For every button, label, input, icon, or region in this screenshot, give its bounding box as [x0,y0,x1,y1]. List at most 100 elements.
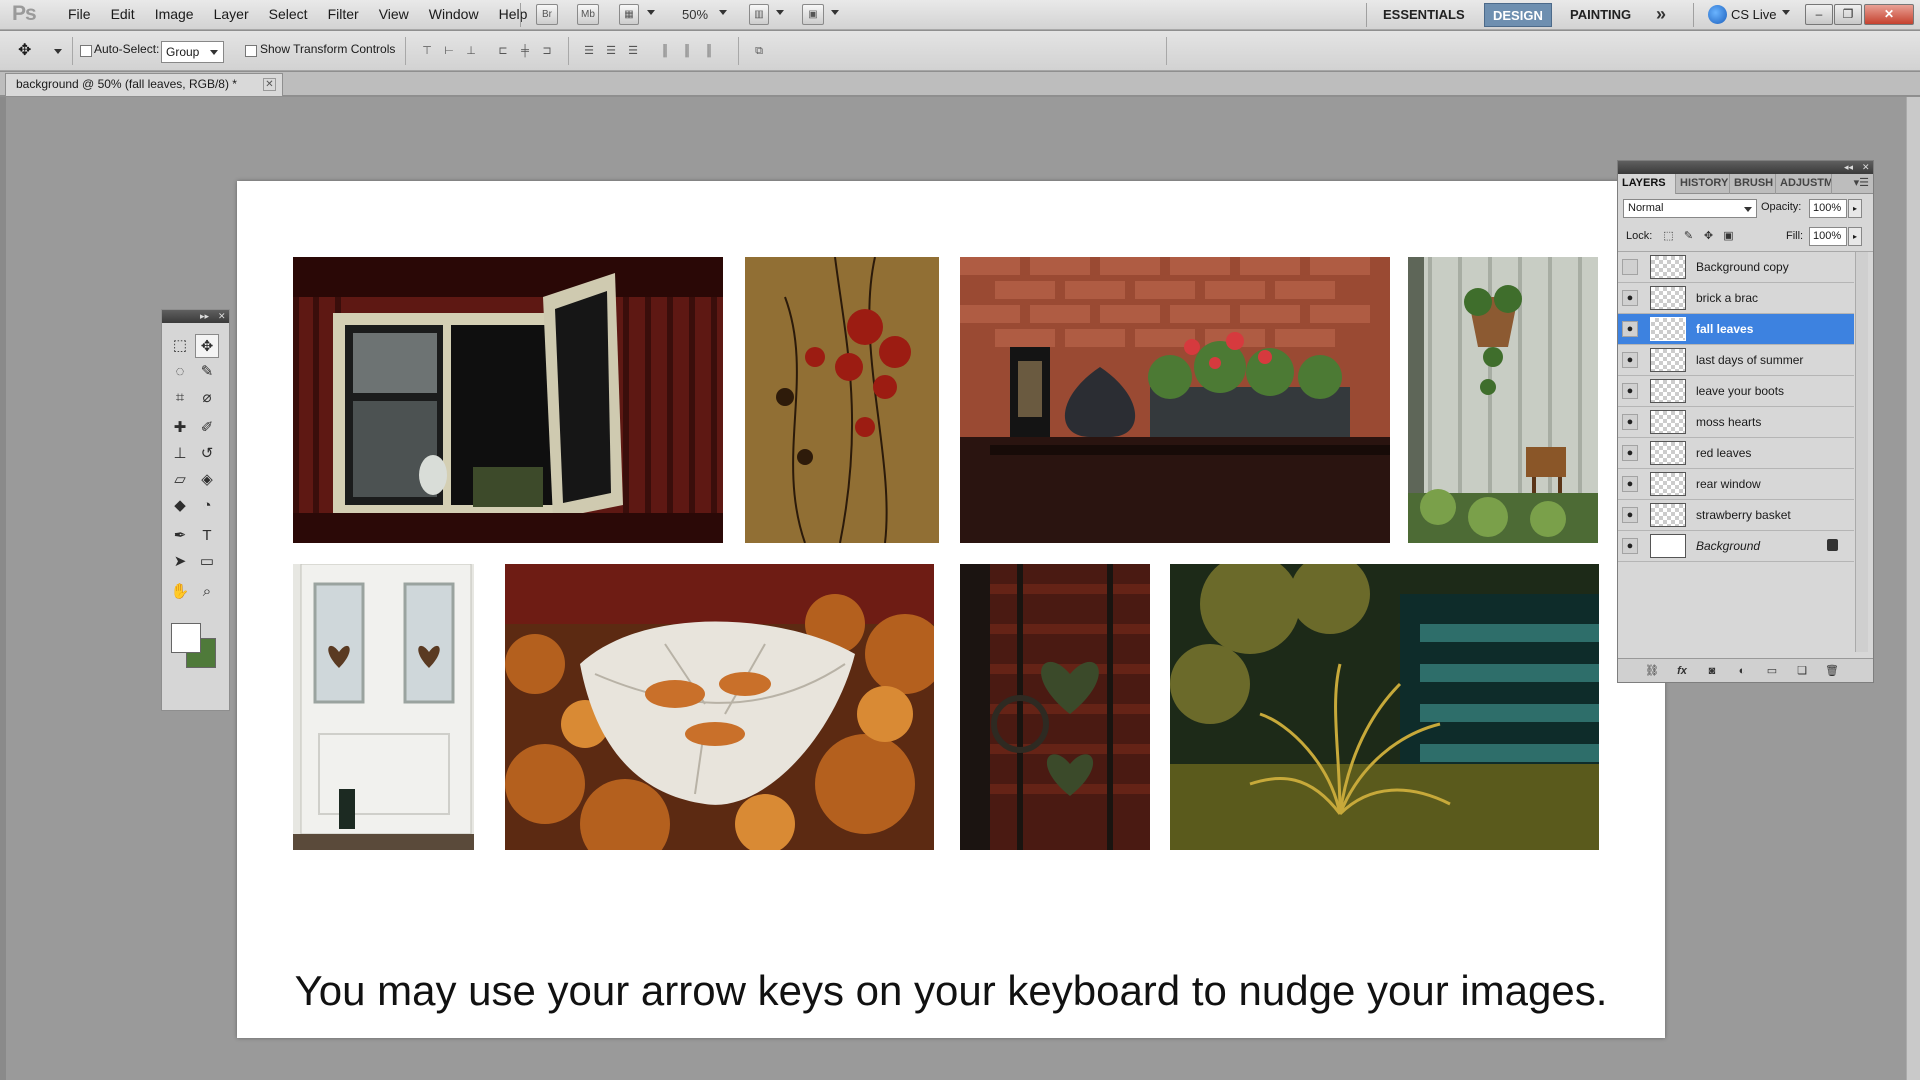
move-tool-icon[interactable]: ✥ [195,334,219,358]
paint-bucket-tool-icon[interactable]: ◈ [195,468,219,492]
layer-row[interactable]: ● brick a brac [1618,283,1854,314]
path-selection-tool-icon[interactable]: ➤ [168,550,192,574]
collapse-icon[interactable]: ▸▸ [200,311,209,322]
shape-tool-icon[interactable]: ▭ [195,550,219,574]
fill-field[interactable]: 100% [1809,227,1847,246]
lock-image-pixels-icon[interactable]: ✎ [1682,230,1695,243]
bridge-button[interactable]: Br [536,4,558,25]
tools-panel-header[interactable]: ▸▸ ✕ [162,310,229,323]
workspace-essentials[interactable]: ESSENTIALS [1375,3,1473,27]
crop-tool-icon[interactable]: ⌗ [168,386,192,410]
layer-row[interactable]: ● strawberry basket [1618,500,1854,531]
menu-filter[interactable]: Filter [318,0,369,30]
minimize-button[interactable]: – [1805,4,1833,25]
close-icon[interactable]: ✕ [218,311,226,322]
eye-icon[interactable]: ● [1622,507,1638,523]
healing-brush-tool-icon[interactable]: ✚ [168,416,192,440]
document-tab[interactable]: background @ 50% (fall leaves, RGB/8) * … [5,73,283,96]
eye-icon[interactable]: ● [1622,476,1638,492]
lock-all-icon[interactable]: ▣ [1722,230,1735,243]
hand-tool-icon[interactable]: ✋ [168,580,192,604]
layer-style-icon[interactable]: fx [1674,663,1690,679]
delete-layer-icon[interactable]: 🗑 [1824,663,1840,679]
menu-edit[interactable]: Edit [101,0,145,30]
document-canvas[interactable]: You may use your arrow keys on your keyb… [237,181,1665,1038]
layer-row[interactable]: ● moss hearts [1618,407,1854,438]
mini-bridge-button[interactable]: Mb [577,4,599,25]
lock-transparent-pixels-icon[interactable]: ⬚ [1662,230,1675,243]
blend-mode-dropdown[interactable]: Normal [1623,199,1757,218]
arrange-documents-button[interactable]: ▥ [749,4,769,25]
menu-image[interactable]: Image [145,0,204,30]
add-mask-icon[interactable]: ◙ [1704,663,1720,679]
align-vertical-centers-icon[interactable]: ⊢ [440,43,458,59]
lock-position-icon[interactable]: ✥ [1702,230,1715,243]
new-group-icon[interactable]: ▭ [1764,663,1780,679]
panel-menu-icon[interactable]: ▾☰ [1854,176,1869,189]
photo-leave-your-boots[interactable] [293,564,474,850]
auto-select-dropdown[interactable]: Group [161,41,224,63]
opacity-field[interactable]: 100% [1809,199,1847,218]
distribute-vcenter-icon[interactable]: ☰ [602,43,620,59]
eye-icon[interactable]: ● [1622,538,1638,554]
eye-icon[interactable]: ● [1622,352,1638,368]
workspace-scrollbar[interactable] [1906,97,1920,1080]
layers-scrollbar[interactable] [1855,252,1868,652]
menu-file[interactable]: File [58,0,101,30]
link-layers-icon[interactable]: ⛓ [1644,663,1660,679]
more-workspaces-icon[interactable]: » [1656,0,1666,29]
menu-view[interactable]: View [369,0,419,30]
clone-stamp-tool-icon[interactable]: ⊥ [168,442,192,466]
workspace-design[interactable]: DESIGN [1484,3,1552,27]
tab-history[interactable]: HISTORY [1676,174,1730,194]
eye-icon[interactable]: ● [1622,290,1638,306]
photo-rear-window[interactable] [293,257,723,543]
align-left-edges-icon[interactable]: ⊏ [494,43,512,59]
tab-brush[interactable]: BRUSH [1730,174,1776,194]
dodge-tool-icon[interactable]: ◔ [195,494,219,518]
photo-strawberry-basket[interactable] [1408,257,1598,543]
eye-icon[interactable]: ● [1622,445,1638,461]
close-window-button[interactable]: ✕ [1864,4,1914,25]
align-bottom-edges-icon[interactable]: ⊥ [462,43,480,59]
eye-icon[interactable]: ● [1622,414,1638,430]
zoom-level[interactable]: 50% [682,0,708,29]
layer-row[interactable]: ● red leaves [1618,438,1854,469]
layer-row[interactable]: ● last days of summer [1618,345,1854,376]
align-top-edges-icon[interactable]: ⊤ [418,43,436,59]
opacity-slider-button[interactable]: ▸ [1848,199,1862,218]
restore-button[interactable]: ❐ [1834,4,1862,25]
photo-brick-a-brac[interactable] [960,257,1390,543]
marquee-tool-icon[interactable]: ⬚ [168,334,192,358]
workspace-painting[interactable]: PAINTING [1562,3,1639,27]
type-tool-icon[interactable]: T [195,524,219,548]
cs-live-menu[interactable]: CS Live [1731,0,1777,29]
show-transform-checkbox[interactable] [245,45,257,57]
layers-panel-header[interactable]: ◂◂ ✕ [1618,161,1873,174]
auto-align-layers-icon[interactable]: ⧉ [750,43,768,59]
distribute-hcenter-icon[interactable]: ║ [678,43,696,59]
align-right-edges-icon[interactable]: ⊐ [538,43,556,59]
menu-window[interactable]: Window [419,0,489,30]
zoom-tool-icon[interactable]: ⌕ [195,580,219,604]
distribute-right-icon[interactable]: ║ [700,43,718,59]
pen-tool-icon[interactable]: ✒ [168,524,192,548]
distribute-left-icon[interactable]: ║ [656,43,674,59]
menu-select[interactable]: Select [259,0,318,30]
layer-row[interactable]: ● leave your boots [1618,376,1854,407]
tab-layers[interactable]: LAYERS [1618,174,1676,194]
photo-last-days-of-summer[interactable] [1170,564,1599,850]
menu-help[interactable]: Help [489,0,538,30]
eye-icon[interactable]: ● [1622,321,1638,337]
layer-row[interactable]: ● Background [1618,531,1854,562]
view-extras-button[interactable]: ▦ [619,4,639,25]
layer-row-selected[interactable]: ● fall leaves [1618,314,1854,345]
close-icon[interactable]: ✕ [1862,162,1870,173]
close-tab-icon[interactable]: ✕ [263,78,276,91]
blur-tool-icon[interactable]: ◆ [168,494,192,518]
layer-row[interactable]: ● rear window [1618,469,1854,500]
foreground-color-swatch[interactable] [171,623,201,653]
lasso-tool-icon[interactable]: ◌ [168,360,192,384]
photo-fall-leaves[interactable] [505,564,934,850]
photo-moss-hearts[interactable] [960,564,1150,850]
